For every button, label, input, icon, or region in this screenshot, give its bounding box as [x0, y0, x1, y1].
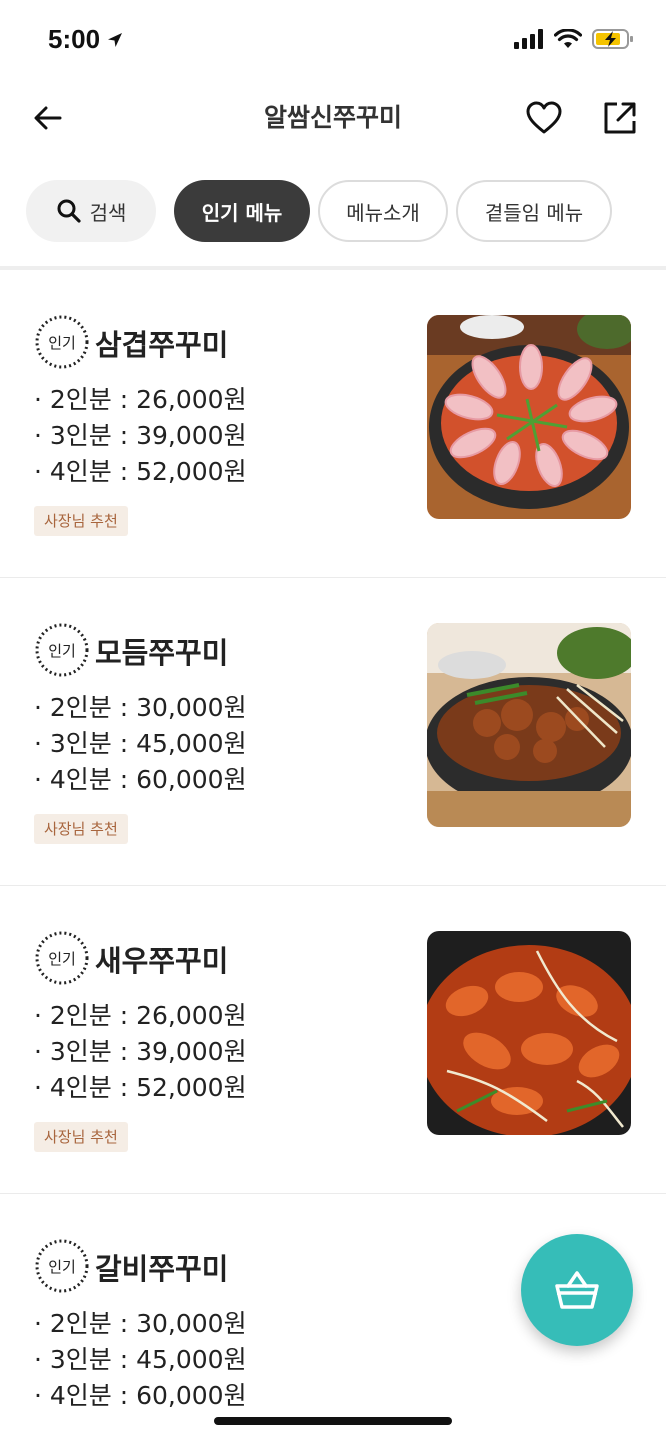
menu-item[interactable]: 인기 모듬쭈꾸미 · 2인분 : 30,000원 · 3인분 : 45,000원… [0, 578, 666, 886]
price-line: · 3인분 : 39,000원 [34, 1037, 247, 1066]
home-indicator [214, 1417, 452, 1425]
price-line: · 3인분 : 39,000원 [34, 421, 247, 450]
menu-item[interactable]: 인기 삼겹쭈꾸미 · 2인분 : 26,000원 · 3인분 : 39,000원… [0, 270, 666, 578]
menu-item-name: 삼겹쭈꾸미 [95, 328, 229, 362]
tab-menu-intro[interactable]: 메뉴소개 [318, 180, 448, 242]
price-line: · 2인분 : 26,000원 [34, 385, 247, 414]
menu-item-name: 갈비쭈꾸미 [95, 1252, 229, 1286]
favorite-button[interactable] [522, 96, 566, 140]
popular-badge-text: 인기 [48, 1258, 76, 1276]
price-line: · 4인분 : 60,000원 [34, 765, 247, 794]
status-bar: 5:00 [0, 0, 666, 80]
page-title: 알쌈신쭈꾸미 [263, 103, 402, 132]
tab-search[interactable]: 검색 [26, 180, 156, 242]
recommend-tag: 사장님 추천 [34, 814, 128, 844]
price-line: · 4인분 : 52,000원 [34, 457, 247, 486]
tab-side-menu[interactable]: 곁들임 메뉴 [456, 180, 612, 242]
popular-badge-icon: 인기 [35, 931, 89, 985]
price-line: · 2인분 : 30,000원 [34, 693, 247, 722]
battery-charging-icon [592, 29, 633, 49]
food-photo[interactable] [427, 931, 631, 1135]
popular-badge-text: 인기 [48, 950, 76, 968]
price-list: · 2인분 : 30,000원 · 3인분 : 45,000원 · 4인분 : … [34, 1306, 247, 1414]
share-button[interactable] [598, 96, 642, 140]
menu-item-name: 모듬쭈꾸미 [95, 636, 229, 670]
tab-menu-intro-label: 메뉴소개 [346, 200, 420, 225]
menu-screen: 5:00 알쌈신쭈꾸미 검색 인기 메뉴 메뉴소개 곁들임 메뉴 인기 삼겹쭈꾸… [0, 0, 666, 1440]
menu-tabs: 검색 인기 메뉴 메뉴소개 곁들임 메뉴 [0, 180, 666, 244]
price-line: · 4인분 : 52,000원 [34, 1073, 247, 1102]
price-line: · 3인분 : 45,000원 [34, 729, 247, 758]
popular-badge-icon: 인기 [35, 1239, 89, 1293]
popular-badge-text: 인기 [48, 334, 76, 352]
shopping-basket-icon [555, 1271, 599, 1309]
cart-button[interactable] [521, 1234, 633, 1346]
price-list: · 2인분 : 26,000원 · 3인분 : 39,000원 · 4인분 : … [34, 998, 247, 1106]
tab-popular-menu-label: 인기 메뉴 [201, 200, 283, 225]
recommend-tag: 사장님 추천 [34, 1122, 128, 1152]
status-time-text: 5:00 [48, 24, 101, 54]
app-header: 알쌈신쭈꾸미 [0, 80, 666, 156]
heart-icon [526, 101, 562, 134]
price-line: · 3인분 : 45,000원 [34, 1345, 247, 1374]
search-icon [57, 199, 81, 223]
share-icon [604, 102, 636, 134]
tab-popular-menu[interactable]: 인기 메뉴 [174, 180, 310, 242]
menu-item[interactable]: 인기 새우쭈꾸미 · 2인분 : 26,000원 · 3인분 : 39,000원… [0, 886, 666, 1194]
popular-badge-text: 인기 [48, 642, 76, 660]
food-photo[interactable] [427, 623, 631, 827]
price-line: · 4인분 : 60,000원 [34, 1381, 247, 1410]
location-arrow-icon [108, 32, 123, 47]
price-list: · 2인분 : 30,000원 · 3인분 : 45,000원 · 4인분 : … [34, 690, 247, 798]
price-list: · 2인분 : 26,000원 · 3인분 : 39,000원 · 4인분 : … [34, 382, 247, 490]
price-line: · 2인분 : 30,000원 [34, 1309, 247, 1338]
popular-badge-icon: 인기 [35, 623, 89, 677]
popular-badge-icon: 인기 [35, 315, 89, 369]
tab-search-label: 검색 [89, 200, 127, 225]
price-line: · 2인분 : 26,000원 [34, 1001, 247, 1030]
food-photo[interactable] [427, 315, 631, 519]
recommend-tag: 사장님 추천 [34, 506, 128, 536]
wifi-icon [554, 29, 582, 48]
tab-side-menu-label: 곁들임 메뉴 [484, 200, 584, 225]
status-time: 5:00 [48, 24, 124, 55]
status-icons [514, 28, 634, 50]
menu-item-name: 새우쭈꾸미 [95, 944, 229, 978]
signal-icon [514, 29, 543, 49]
